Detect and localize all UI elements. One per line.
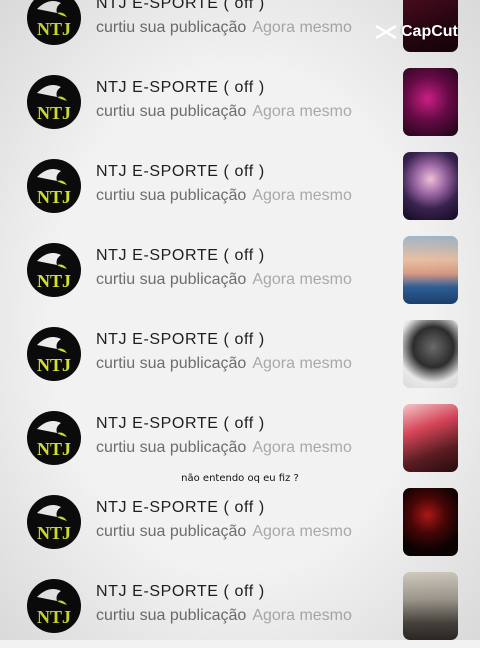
notification-action: curtiu sua publicação bbox=[96, 355, 247, 372]
notification-time: Agora mesmo bbox=[252, 271, 352, 288]
svg-text:NTJ: NTJ bbox=[37, 271, 71, 291]
notification-username[interactable]: NTJ E-SPORTE ( off ) bbox=[96, 79, 265, 97]
notification-list: NTJ NTJ E-SPORTE ( off ) curtiu sua publ… bbox=[0, 0, 480, 640]
notification-row[interactable]: NTJ NTJ E-SPORTE ( off ) curtiu sua publ… bbox=[0, 564, 480, 648]
notification-text: curtiu sua publicação Agora mesmo bbox=[96, 607, 352, 625]
eagle-logo-icon: NTJ bbox=[37, 1, 71, 39]
avatar[interactable]: NTJ bbox=[27, 579, 81, 633]
notification-text: curtiu sua publicação Agora mesmo bbox=[96, 355, 352, 373]
notification-time: Agora mesmo bbox=[252, 355, 352, 372]
avatar[interactable]: NTJ bbox=[27, 495, 81, 549]
notification-row[interactable]: NTJ NTJ E-SPORTE ( off ) curtiu sua publ… bbox=[0, 480, 480, 564]
notification-text: curtiu sua publicação Agora mesmo bbox=[96, 439, 352, 457]
notification-action: curtiu sua publicação bbox=[96, 439, 247, 456]
avatar[interactable]: NTJ bbox=[27, 75, 81, 129]
notification-action: curtiu sua publicação bbox=[96, 607, 247, 624]
avatar[interactable]: NTJ bbox=[27, 159, 81, 213]
notification-time: Agora mesmo bbox=[252, 19, 352, 36]
eagle-logo-icon: NTJ bbox=[37, 253, 71, 291]
video-caption: não entendo oq eu fiz ? bbox=[181, 473, 299, 484]
notification-row[interactable]: NTJ NTJ E-SPORTE ( off ) curtiu sua publ… bbox=[0, 60, 480, 144]
notification-time: Agora mesmo bbox=[252, 607, 352, 624]
notification-text: curtiu sua publicação Agora mesmo bbox=[96, 271, 352, 289]
eagle-logo-icon: NTJ bbox=[37, 505, 71, 543]
eagle-logo-icon: NTJ bbox=[37, 337, 71, 375]
notification-username[interactable]: NTJ E-SPORTE ( off ) bbox=[96, 0, 265, 13]
svg-text:NTJ: NTJ bbox=[37, 19, 71, 39]
notification-username[interactable]: NTJ E-SPORTE ( off ) bbox=[96, 499, 265, 517]
notification-action: curtiu sua publicação bbox=[96, 103, 247, 120]
notification-time: Agora mesmo bbox=[252, 103, 352, 120]
capcut-logo-icon bbox=[375, 24, 397, 40]
notification-username[interactable]: NTJ E-SPORTE ( off ) bbox=[96, 247, 265, 265]
avatar[interactable]: NTJ bbox=[27, 0, 81, 45]
notification-action: curtiu sua publicação bbox=[96, 19, 247, 36]
svg-text:NTJ: NTJ bbox=[37, 355, 71, 375]
notification-action: curtiu sua publicação bbox=[96, 271, 247, 288]
eagle-logo-icon: NTJ bbox=[37, 169, 71, 207]
notification-action: curtiu sua publicação bbox=[96, 187, 247, 204]
notification-row[interactable]: NTJ NTJ E-SPORTE ( off ) curtiu sua publ… bbox=[0, 228, 480, 312]
notification-time: Agora mesmo bbox=[252, 523, 352, 540]
notification-action: curtiu sua publicação bbox=[96, 523, 247, 540]
post-thumbnail[interactable] bbox=[403, 488, 458, 556]
avatar[interactable]: NTJ bbox=[27, 243, 81, 297]
avatar[interactable]: NTJ bbox=[27, 327, 81, 381]
notification-row[interactable]: NTJ NTJ E-SPORTE ( off ) curtiu sua publ… bbox=[0, 312, 480, 396]
notification-time: Agora mesmo bbox=[252, 439, 352, 456]
notification-username[interactable]: NTJ E-SPORTE ( off ) bbox=[96, 163, 265, 181]
notification-username[interactable]: NTJ E-SPORTE ( off ) bbox=[96, 583, 265, 601]
post-thumbnail[interactable] bbox=[403, 404, 458, 472]
notification-text: curtiu sua publicação Agora mesmo bbox=[96, 523, 352, 541]
svg-text:NTJ: NTJ bbox=[37, 187, 71, 207]
notification-row[interactable]: NTJ NTJ E-SPORTE ( off ) curtiu sua publ… bbox=[0, 144, 480, 228]
svg-text:NTJ: NTJ bbox=[37, 523, 71, 543]
watermark-text: CapCut bbox=[401, 23, 458, 40]
svg-text:NTJ: NTJ bbox=[37, 439, 71, 459]
post-thumbnail[interactable] bbox=[403, 152, 458, 220]
eagle-logo-icon: NTJ bbox=[37, 85, 71, 123]
eagle-logo-icon: NTJ bbox=[37, 421, 71, 459]
capcut-watermark: CapCut bbox=[374, 22, 458, 42]
svg-text:NTJ: NTJ bbox=[37, 103, 71, 123]
eagle-logo-icon: NTJ bbox=[37, 589, 71, 627]
post-thumbnail[interactable] bbox=[403, 236, 458, 304]
notification-text: curtiu sua publicação Agora mesmo bbox=[96, 19, 352, 37]
notification-text: curtiu sua publicação Agora mesmo bbox=[96, 103, 352, 121]
post-thumbnail[interactable] bbox=[403, 68, 458, 136]
notification-row[interactable]: NTJ NTJ E-SPORTE ( off ) curtiu sua publ… bbox=[0, 396, 480, 480]
notification-username[interactable]: NTJ E-SPORTE ( off ) bbox=[96, 415, 265, 433]
post-thumbnail[interactable] bbox=[403, 572, 458, 640]
notification-username[interactable]: NTJ E-SPORTE ( off ) bbox=[96, 331, 265, 349]
notification-text: curtiu sua publicação Agora mesmo bbox=[96, 187, 352, 205]
post-thumbnail[interactable] bbox=[403, 320, 458, 388]
avatar[interactable]: NTJ bbox=[27, 411, 81, 465]
notification-time: Agora mesmo bbox=[252, 187, 352, 204]
svg-text:NTJ: NTJ bbox=[37, 607, 71, 627]
